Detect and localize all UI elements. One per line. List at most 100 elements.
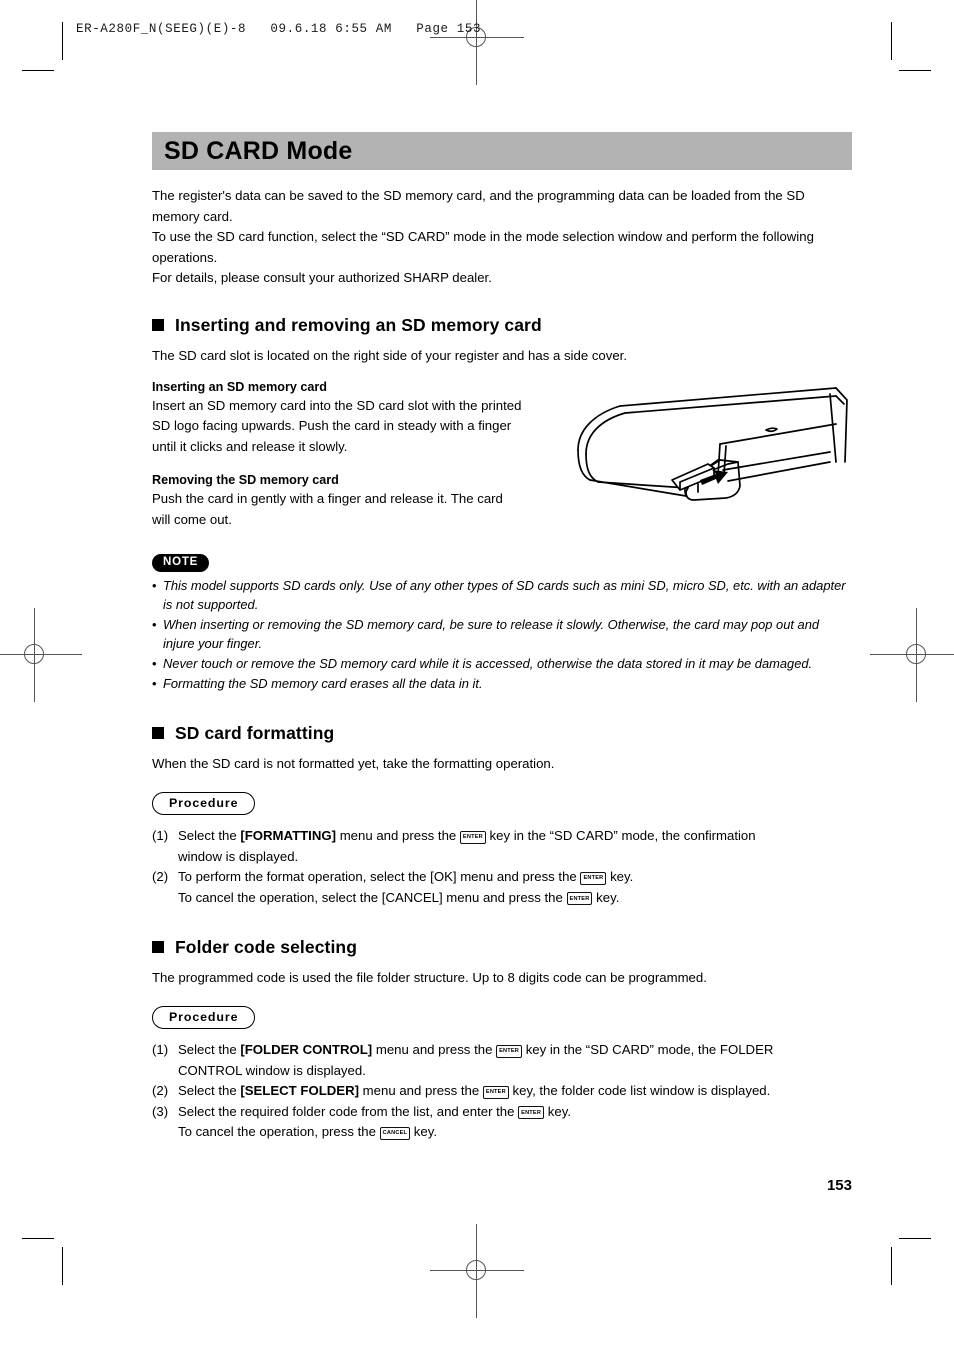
enter-key-icon: ENTER xyxy=(580,871,607,885)
note-item: This model supports SD cards only. Use o… xyxy=(152,576,852,614)
procedure-badge-folder: Procedure xyxy=(152,1006,256,1029)
step-continuation: To cancel the operation, press the CANCE… xyxy=(178,1122,852,1143)
step-item: (2) Select the [SELECT FOLDER] menu and … xyxy=(152,1081,852,1102)
registration-mark-circle xyxy=(906,644,926,664)
crop-mark-top-right-vertical xyxy=(891,22,892,60)
crop-mark-top-left-vertical xyxy=(62,22,63,60)
cancel-key-icon: CANCEL xyxy=(379,1126,411,1140)
step-text-part: menu and press the xyxy=(372,1042,497,1057)
step-text-part: key. xyxy=(592,889,620,905)
procedure-badge-formatting: Procedure xyxy=(152,792,256,815)
step-text-part: menu and press the xyxy=(336,828,460,843)
step-text: Select the [FORMATTING] menu and press t… xyxy=(178,826,852,867)
crop-mark-bottom-left-horizontal xyxy=(22,1238,54,1239)
step-text-part: To cancel the operation, select the [CAN… xyxy=(178,889,567,905)
registration-mark-circle xyxy=(24,644,44,664)
step-keyword: [FOLDER CONTROL] xyxy=(240,1042,373,1057)
step-number: (1) xyxy=(152,828,169,843)
film-header-text: ER-A280F_N(SEEG)(E)-8 09.6.18 6:55 AM Pa… xyxy=(76,22,482,36)
page-title: SD CARD Mode xyxy=(164,136,353,165)
square-bullet-icon xyxy=(152,727,164,739)
subheading-inserting: Inserting an SD memory card xyxy=(152,379,327,394)
section-heading-inserting-removing: Inserting and removing an SD memory card xyxy=(152,315,852,336)
section-heading-sd-card-formatting: SD card formatting xyxy=(152,723,852,744)
step-item: (2) To perform the format operation, sel… xyxy=(152,867,852,908)
step-text-part: Select the xyxy=(178,1083,241,1098)
step-text: Select the [FOLDER CONTROL] menu and pre… xyxy=(178,1040,852,1081)
page-title-bar: SD CARD Mode xyxy=(152,132,852,170)
section-heading-label: Inserting and removing an SD memory card xyxy=(175,314,542,335)
insert-remove-text-column: Inserting an SD memory card Insert an SD… xyxy=(152,378,524,531)
body-inserting: Insert an SD memory card into the SD car… xyxy=(152,397,522,454)
section-lead-sd-card-formatting: When the SD card is not formatted yet, t… xyxy=(152,756,555,771)
step-text-part: key. xyxy=(544,1103,571,1119)
step-text-part: To cancel the operation, press the xyxy=(178,1124,380,1139)
intro-line-1: The register's data can be saved to the … xyxy=(152,188,805,224)
registration-mark-left xyxy=(0,608,82,702)
section-heading-label: Folder code selecting xyxy=(175,937,358,957)
section-lead-inserting-removing: The SD card slot is located on the right… xyxy=(152,347,628,363)
section-heading-folder-code-selecting: Folder code selecting xyxy=(152,937,852,958)
enter-key-icon: ENTER xyxy=(518,1106,545,1119)
insert-remove-block: Inserting an SD memory card Insert an SD… xyxy=(152,378,852,531)
step-item: (3) Select the required folder code from… xyxy=(152,1102,852,1143)
step-text-part: menu and press the xyxy=(359,1083,483,1098)
crop-mark-bottom-left-vertical xyxy=(62,1247,63,1285)
step-text-part: Select the xyxy=(178,1042,241,1057)
formatting-steps: (1) Select the [FORMATTING] menu and pre… xyxy=(152,826,852,908)
step-text: Select the [SELECT FOLDER] menu and pres… xyxy=(178,1081,852,1102)
step-text: To perform the format operation, select … xyxy=(178,867,852,908)
subheading-removing: Removing the SD memory card xyxy=(152,473,339,487)
page-number: 153 xyxy=(826,1177,852,1194)
step-text-part: key in the “SD CARD” mode, the confirmat… xyxy=(485,828,756,843)
step-text-part: key. xyxy=(606,869,634,884)
sd-card-slot-illustration xyxy=(568,384,858,512)
step-keyword: [FORMATTING] xyxy=(240,828,337,843)
step-continuation: window is displayed. xyxy=(178,848,299,864)
note-item: Formatting the SD memory card erases all… xyxy=(152,674,852,693)
step-text-part: Select the xyxy=(178,828,241,843)
enter-key-icon: ENTER xyxy=(482,1085,509,1099)
step-number: (2) xyxy=(152,869,169,884)
crop-mark-top-left-horizontal xyxy=(22,70,54,71)
note-badge: NOTE xyxy=(152,553,210,572)
step-number: (1) xyxy=(152,1042,169,1057)
folder-steps: (1) Select the [FOLDER CONTROL] menu and… xyxy=(152,1040,852,1143)
note-item: When inserting or removing the SD memory… xyxy=(152,615,852,653)
page-content: SD CARD Mode The register's data can be … xyxy=(152,132,852,1194)
registration-mark-bottom xyxy=(430,1224,524,1318)
crop-mark-bottom-right-horizontal xyxy=(899,1238,931,1239)
step-text-part: key, the folder code list window is disp… xyxy=(508,1083,771,1098)
note-list: This model supports SD cards only. Use o… xyxy=(152,576,852,693)
body-removing: Push the card in gently with a finger an… xyxy=(152,491,503,527)
note-item: Never touch or remove the SD memory card… xyxy=(152,654,852,673)
enter-key-icon: ENTER xyxy=(459,830,486,844)
step-text-part: key. xyxy=(410,1124,437,1139)
square-bullet-icon xyxy=(152,318,164,331)
step-continuation: CONTROL window is displayed. xyxy=(178,1062,366,1078)
crop-mark-top-right-horizontal xyxy=(899,70,931,71)
step-text: Select the required folder code from the… xyxy=(178,1102,852,1143)
enter-key-icon: ENTER xyxy=(566,892,593,905)
step-item: (1) Select the [FOLDER CONTROL] menu and… xyxy=(152,1040,852,1081)
step-text-part: Select the required folder code from the… xyxy=(178,1103,519,1119)
square-bullet-icon xyxy=(152,941,164,953)
section-heading-label: SD card formatting xyxy=(175,723,335,743)
intro-line-3: For details, please consult your authori… xyxy=(152,270,492,285)
registration-mark-right xyxy=(870,608,954,702)
intro-line-2: To use the SD card function, select the … xyxy=(152,229,814,265)
note-block: NOTE This model supports SD cards only. … xyxy=(152,552,852,693)
registration-mark-circle xyxy=(466,1260,486,1280)
step-keyword: [SELECT FOLDER] xyxy=(240,1083,359,1098)
step-text-part: To perform the format operation, select … xyxy=(178,869,581,884)
step-number: (3) xyxy=(152,1103,169,1119)
step-item: (1) Select the [FORMATTING] menu and pre… xyxy=(152,826,852,867)
step-continuation: To cancel the operation, select the [CAN… xyxy=(178,888,852,909)
step-text-part: key in the “SD CARD” mode, the FOLDER xyxy=(522,1042,774,1057)
intro-paragraphs: The register's data can be saved to the … xyxy=(152,186,852,289)
enter-key-icon: ENTER xyxy=(496,1044,523,1058)
step-number: (2) xyxy=(152,1083,169,1098)
crop-mark-bottom-right-vertical xyxy=(891,1247,892,1285)
section-lead-folder-code-selecting: The programmed code is used the file fol… xyxy=(152,970,707,985)
